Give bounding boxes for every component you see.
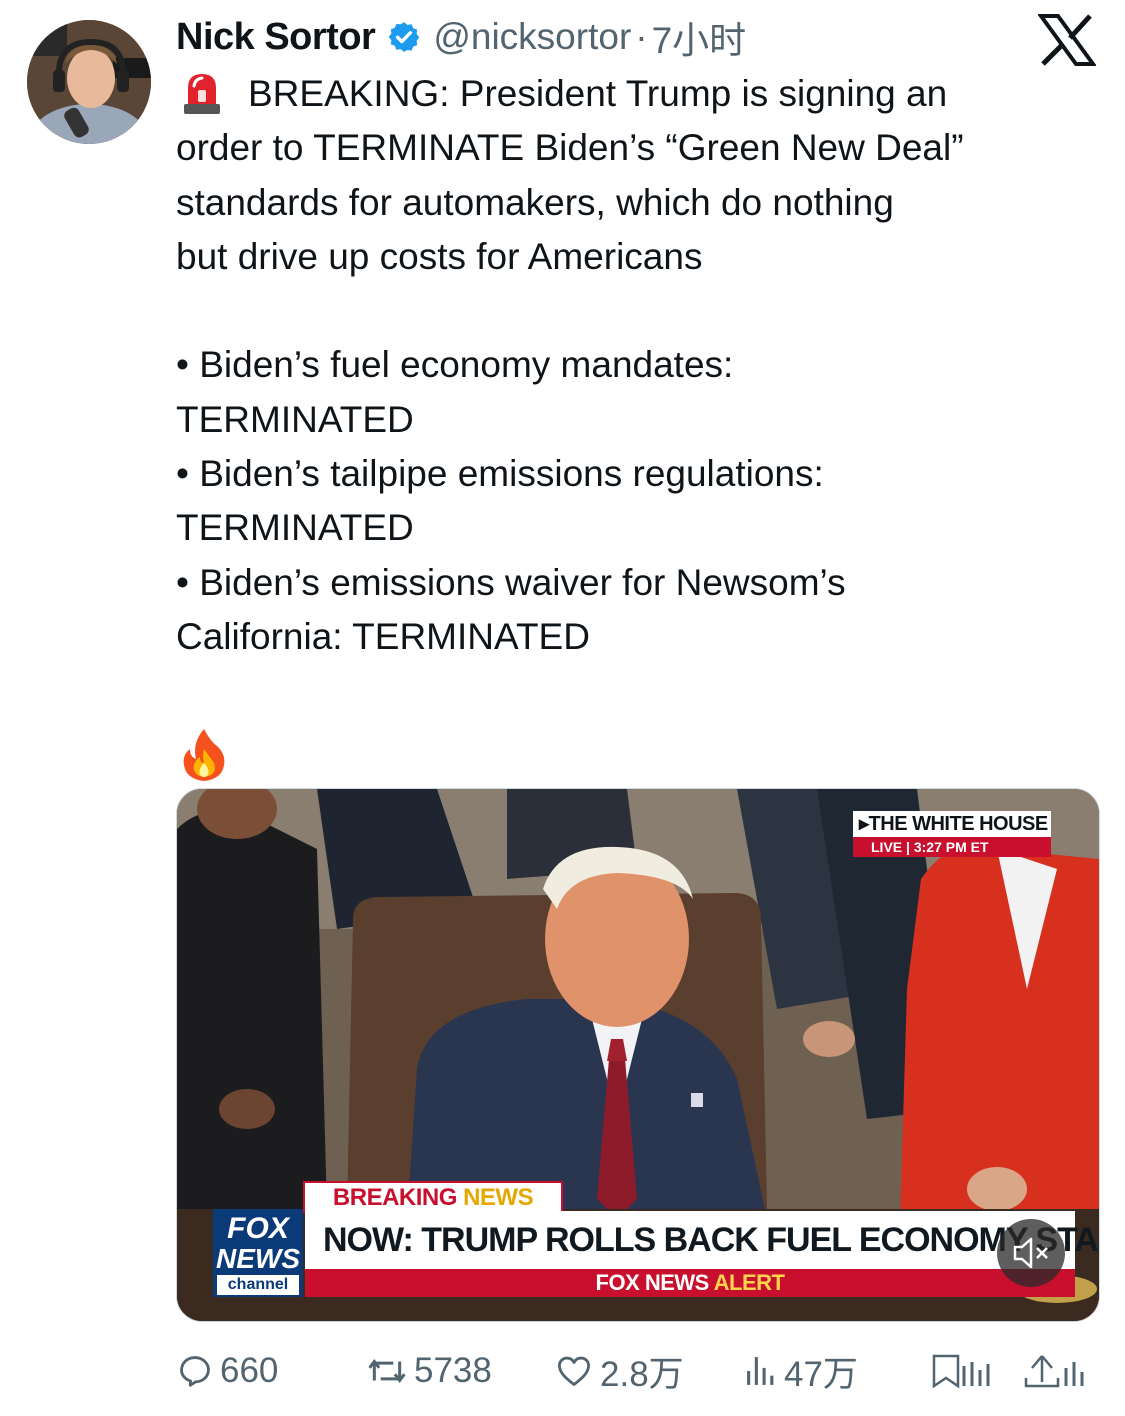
reply-button[interactable]: 660 bbox=[176, 1344, 278, 1398]
post-header: Nick Sortor @nicksortor · 7小时 bbox=[176, 12, 746, 62]
live-time: 3:27 PM ET bbox=[913, 839, 989, 855]
alert-word: ALERT bbox=[713, 1270, 785, 1295]
text-line: BREAKING: President Trump is signing an bbox=[248, 73, 948, 114]
share-icon bbox=[1024, 1355, 1084, 1388]
heart-icon bbox=[558, 1356, 590, 1386]
news-headline: NOW: TRUMP ROLLS BACK FUEL ECONOMY STAND… bbox=[305, 1211, 1099, 1269]
repost-icon bbox=[368, 1358, 406, 1384]
text-line: order to TERMINATE Biden’s “Green New De… bbox=[176, 127, 964, 169]
share-button[interactable] bbox=[1022, 1344, 1098, 1398]
avatar-image bbox=[27, 20, 151, 144]
views-icon bbox=[747, 1357, 774, 1385]
like-count: 2.8万 bbox=[600, 1354, 684, 1394]
author-handle[interactable]: @nicksortor bbox=[433, 16, 631, 58]
author-avatar[interactable] bbox=[27, 20, 151, 144]
x-logo-icon bbox=[1037, 14, 1097, 66]
repost-count: 5738 bbox=[414, 1351, 492, 1390]
text-line: but drive up costs for Americans bbox=[176, 235, 703, 277]
breaking-news-tag: BREAKING NEWS bbox=[303, 1181, 563, 1213]
location-badge: ▸THE WHITE HOUSE LIVE | 3:27 PM ET bbox=[853, 811, 1051, 857]
embedded-video[interactable]: ▸THE WHITE HOUSE LIVE | 3:27 PM ET BREAK… bbox=[176, 788, 1100, 1322]
news-word: NEWS bbox=[463, 1184, 534, 1211]
text-line: TERMINATED bbox=[176, 398, 414, 440]
bookmark-button[interactable] bbox=[928, 1344, 1004, 1398]
text-line: standards for automakers, which do nothi… bbox=[176, 181, 894, 223]
fire-emoji-icon bbox=[180, 727, 228, 783]
text-line: • Biden’s emissions waiver for Newsom’s bbox=[176, 561, 846, 603]
text-line: • Biden’s tailpipe emissions regulations… bbox=[176, 453, 824, 495]
live-text: LIVE bbox=[871, 839, 903, 855]
logo-line-2: NEWS bbox=[216, 1243, 300, 1274]
verified-badge-icon bbox=[387, 20, 421, 54]
logo-line-3: channel bbox=[217, 1275, 299, 1295]
location-label: ▸THE WHITE HOUSE bbox=[853, 811, 1051, 837]
live-label: LIVE | 3:27 PM ET bbox=[853, 837, 1051, 857]
alert-brand: FOX NEWS bbox=[595, 1270, 710, 1295]
post-text: BREAKING: President Trump is signing an … bbox=[176, 67, 1096, 798]
reply-icon bbox=[180, 1356, 210, 1387]
mute-icon bbox=[1013, 1237, 1048, 1269]
text-line-1: BREAKING: President Trump is signing an bbox=[176, 67, 1096, 121]
separator-dot: · bbox=[635, 16, 648, 57]
views-button[interactable]: 47万 bbox=[744, 1344, 858, 1398]
text-line: California: TERMINATED bbox=[176, 615, 590, 657]
fox-news-logo: FOX NEWS channel bbox=[213, 1209, 303, 1297]
breaking-word: BREAKING bbox=[332, 1184, 458, 1211]
author-name[interactable]: Nick Sortor bbox=[176, 16, 376, 59]
siren-emoji-icon bbox=[182, 70, 222, 114]
logo-line-1: FOX bbox=[227, 1212, 289, 1245]
like-button[interactable]: 2.8万 bbox=[554, 1344, 684, 1398]
news-alert-bar: FOX NEWS ALERT bbox=[305, 1269, 1075, 1297]
reply-count: 660 bbox=[220, 1351, 279, 1390]
bookmark-icon bbox=[932, 1354, 990, 1389]
text-line: • Biden’s fuel economy mandates: bbox=[176, 344, 734, 386]
live-divider: | bbox=[906, 839, 914, 855]
post-timestamp[interactable]: 7小时 bbox=[652, 10, 747, 64]
repost-button[interactable]: 5738 bbox=[366, 1344, 492, 1398]
mute-button[interactable] bbox=[997, 1219, 1065, 1287]
view-count: 47万 bbox=[784, 1354, 858, 1394]
action-bar: 660 5738 2.8万 47万 bbox=[176, 1344, 1102, 1398]
text-line: TERMINATED bbox=[176, 507, 414, 549]
